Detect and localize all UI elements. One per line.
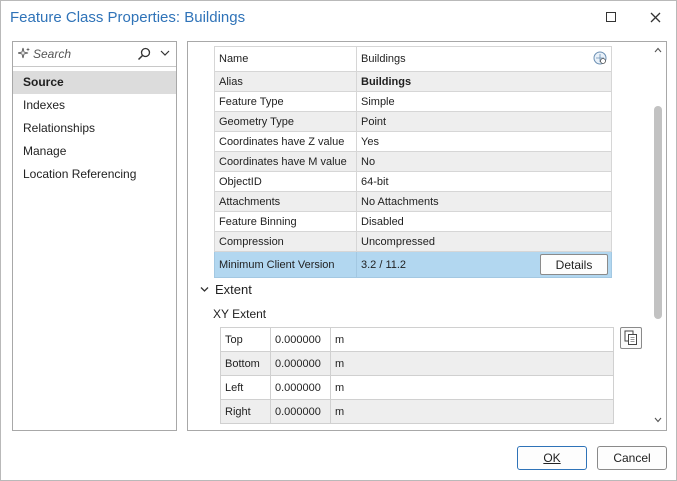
property-value: Buildings xyxy=(361,53,406,65)
dialog-title: Feature Class Properties: Buildings xyxy=(10,9,246,26)
extent-value: 0.000000 xyxy=(270,351,331,376)
chevron-down-icon[interactable] xyxy=(160,49,170,57)
xy-extent-table: Top 0.000000 m Bottom 0.000000 m Left 0.… xyxy=(220,327,614,424)
extent-label: Bottom xyxy=(220,351,271,376)
extent-value: 0.000000 xyxy=(270,327,331,352)
vertical-scrollbar[interactable] xyxy=(650,42,666,430)
property-key: Feature Binning xyxy=(214,211,357,232)
property-key: Feature Type xyxy=(214,91,357,112)
geodatabase-icon[interactable] xyxy=(593,51,607,65)
nav-item-relationships[interactable]: Relationships xyxy=(13,117,176,140)
extent-unit: m xyxy=(330,327,614,352)
extent-label: Left xyxy=(220,375,271,400)
property-value: 64-bit xyxy=(356,171,612,192)
table-row: Feature Binning Disabled xyxy=(214,211,612,232)
extent-value: 0.000000 xyxy=(270,399,331,424)
table-row: Feature Type Simple xyxy=(214,91,612,112)
table-row: Coordinates have Z value Yes xyxy=(214,131,612,152)
xy-extent-label: XY Extent xyxy=(213,307,267,321)
details-button[interactable]: Details xyxy=(540,254,608,275)
table-row: Alias Buildings xyxy=(214,71,612,92)
close-icon xyxy=(650,12,660,22)
extent-unit: m xyxy=(330,399,614,424)
search-box xyxy=(13,42,176,67)
maximize-button[interactable] xyxy=(597,5,625,29)
property-key: Attachments xyxy=(214,191,357,212)
property-value: Point xyxy=(356,111,612,132)
property-value: 3.2 / 11.2 xyxy=(361,258,407,271)
maximize-icon xyxy=(606,12,616,22)
source-panel: Name Buildings Alias Buildings Feature T… xyxy=(187,41,667,431)
sparkle-icon xyxy=(18,47,30,59)
property-value: No xyxy=(356,151,612,172)
property-key: Name xyxy=(214,46,357,72)
scrollbar-thumb[interactable] xyxy=(654,106,662,319)
table-row: Right 0.000000 m xyxy=(220,399,614,424)
property-key: ObjectID xyxy=(214,171,357,192)
property-value: No Attachments xyxy=(356,191,612,212)
table-row: Compression Uncompressed xyxy=(214,231,612,252)
table-row: Top 0.000000 m xyxy=(220,327,614,352)
copy-button[interactable] xyxy=(620,327,642,349)
property-value: Simple xyxy=(356,91,612,112)
table-row: Attachments No Attachments xyxy=(214,191,612,212)
feature-class-properties-dialog: Feature Class Properties: Buildings Sour… xyxy=(0,0,677,481)
property-key: Geometry Type xyxy=(214,111,357,132)
table-row: Coordinates have M value No xyxy=(214,151,612,172)
extent-label: Right xyxy=(220,399,271,424)
extent-label: Top xyxy=(220,327,271,352)
extent-header-label: Extent xyxy=(215,282,252,297)
title-bar: Feature Class Properties: Buildings xyxy=(1,1,676,35)
table-row: Name Buildings xyxy=(214,46,612,72)
chevron-down-icon xyxy=(200,287,209,292)
scroll-up-icon[interactable] xyxy=(654,47,662,53)
cancel-button[interactable]: Cancel xyxy=(597,446,667,470)
table-row: Bottom 0.000000 m xyxy=(220,351,614,376)
nav-item-manage[interactable]: Manage xyxy=(13,140,176,163)
extent-section-header[interactable]: Extent xyxy=(200,282,252,297)
property-key: Alias xyxy=(214,71,357,92)
table-row-selected[interactable]: Minimum Client Version 3.2 / 11.2 Detail… xyxy=(214,251,612,278)
search-input[interactable] xyxy=(33,45,133,63)
property-value-cell: 3.2 / 11.2 Details xyxy=(356,251,612,278)
nav-item-indexes[interactable]: Indexes xyxy=(13,94,176,117)
scroll-down-icon[interactable] xyxy=(654,417,662,423)
property-value-cell: Buildings xyxy=(356,46,612,72)
copy-icon xyxy=(624,330,637,345)
table-row: Geometry Type Point xyxy=(214,111,612,132)
nav-item-source[interactable]: Source xyxy=(13,71,176,94)
extent-unit: m xyxy=(330,375,614,400)
extent-unit: m xyxy=(330,351,614,376)
table-row: ObjectID 64-bit xyxy=(214,171,612,192)
property-value: Disabled xyxy=(356,211,612,232)
ok-button-label: OK xyxy=(543,451,561,465)
property-value: Yes xyxy=(356,131,612,152)
search-icon[interactable] xyxy=(137,47,151,61)
property-key: Compression xyxy=(214,231,357,252)
property-key: Minimum Client Version xyxy=(214,251,357,278)
ok-button[interactable]: OK xyxy=(517,446,587,470)
property-value[interactable]: Buildings xyxy=(356,71,612,92)
property-value: Uncompressed xyxy=(356,231,612,252)
extent-value: 0.000000 xyxy=(270,375,331,400)
properties-table: Name Buildings Alias Buildings Feature T… xyxy=(214,46,612,278)
nav-list: Source Indexes Relationships Manage Loca… xyxy=(13,71,176,186)
table-row: Left 0.000000 m xyxy=(220,375,614,400)
property-key: Coordinates have M value xyxy=(214,151,357,172)
nav-item-location-referencing[interactable]: Location Referencing xyxy=(13,163,176,186)
left-panel: Source Indexes Relationships Manage Loca… xyxy=(12,41,177,431)
close-button[interactable] xyxy=(641,5,669,29)
property-key: Coordinates have Z value xyxy=(214,131,357,152)
